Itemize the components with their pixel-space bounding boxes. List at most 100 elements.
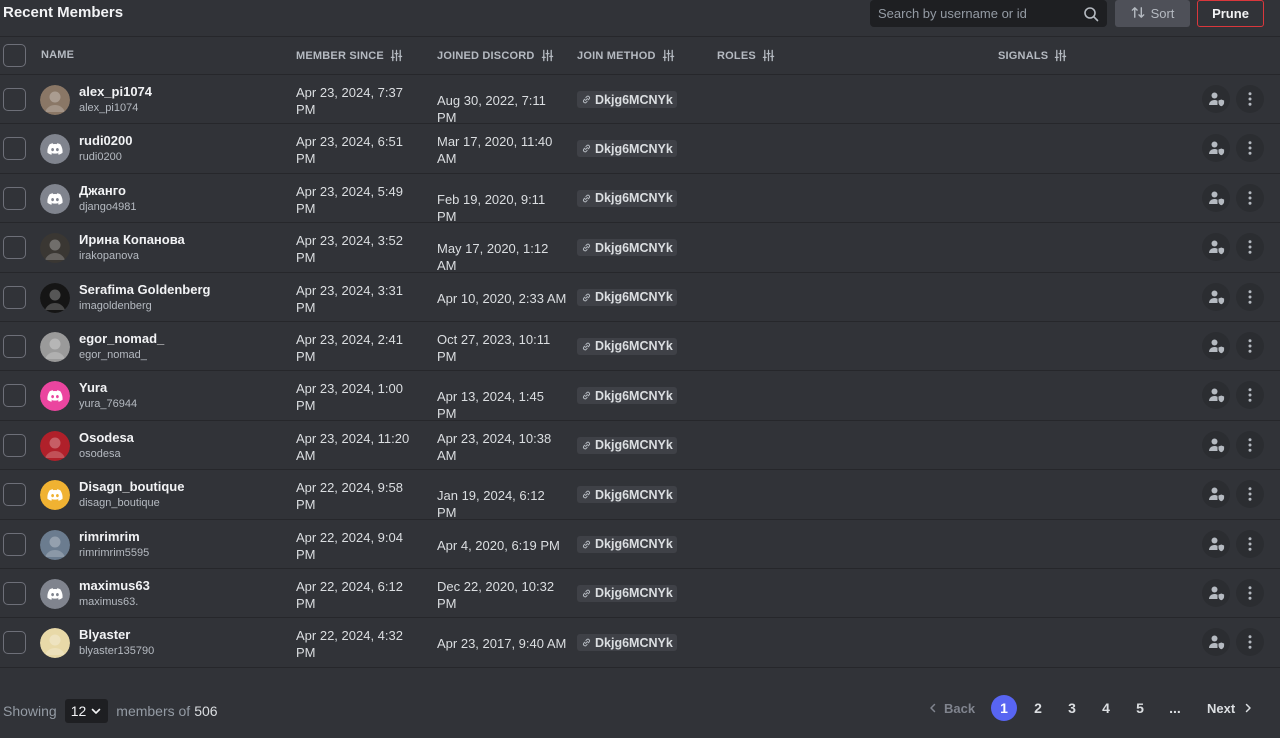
table-row[interactable]: maximus63 maximus63. Apr 22, 2024, 6:12 … xyxy=(0,569,1280,619)
more-options-button[interactable] xyxy=(1236,628,1264,657)
row-checkbox[interactable] xyxy=(3,631,26,655)
page-5-button[interactable]: 5 xyxy=(1127,695,1153,721)
more-options-button[interactable] xyxy=(1236,381,1264,410)
member-name-block[interactable]: Yura yura_76944 xyxy=(79,380,137,412)
prune-button[interactable]: Prune xyxy=(1197,0,1264,27)
member-name-block[interactable]: alex_pi1074 alex_pi1074 xyxy=(79,84,152,116)
more-options-button[interactable] xyxy=(1236,183,1264,212)
table-row[interactable]: Yura yura_76944 Apr 23, 2024, 1:00 PM Ap… xyxy=(0,371,1280,421)
filter-icon[interactable] xyxy=(662,49,675,62)
table-row[interactable]: egor_nomad_ egor_nomad_ Apr 23, 2024, 2:… xyxy=(0,322,1280,372)
row-checkbox[interactable] xyxy=(3,334,26,358)
member-display-name: Джанго xyxy=(79,182,126,198)
column-member-since[interactable]: MEMBER SINCE xyxy=(296,49,403,62)
filter-icon[interactable] xyxy=(762,49,775,62)
view-profile-button[interactable] xyxy=(1202,183,1230,212)
avatar[interactable] xyxy=(40,134,70,165)
back-button[interactable]: Back xyxy=(928,695,975,721)
column-join-method[interactable]: JOIN METHOD xyxy=(577,49,675,62)
row-checkbox[interactable] xyxy=(3,384,26,408)
avatar[interactable] xyxy=(40,628,70,659)
member-since-value: Apr 23, 2024, 3:52 PM xyxy=(296,233,403,266)
column-joined-discord[interactable]: JOINED DISCORD xyxy=(437,49,554,62)
view-profile-button[interactable] xyxy=(1202,480,1230,509)
table-row[interactable]: Disagn_boutique disagn_boutique Apr 22, … xyxy=(0,470,1280,520)
table-row[interactable]: rudi0200 rudi0200 Apr 23, 2024, 6:51 PM … xyxy=(0,124,1280,174)
more-vertical-icon xyxy=(1248,339,1252,353)
table-row[interactable]: Джанго django4981 Apr 23, 2024, 5:49 PM … xyxy=(0,174,1280,224)
member-name-block[interactable]: egor_nomad_ egor_nomad_ xyxy=(79,331,164,363)
avatar[interactable] xyxy=(40,183,70,214)
search-box[interactable] xyxy=(870,0,1107,27)
member-name-block[interactable]: Джанго django4981 xyxy=(79,183,137,215)
table-row[interactable]: Ирина Копанова irakopanova Apr 23, 2024,… xyxy=(0,223,1280,273)
more-options-button[interactable] xyxy=(1236,331,1264,360)
avatar[interactable] xyxy=(40,529,70,560)
page-1-button[interactable]: 1 xyxy=(991,695,1017,721)
more-options-button[interactable] xyxy=(1236,85,1264,113)
row-checkbox[interactable] xyxy=(3,285,26,309)
next-button[interactable]: Next xyxy=(1207,695,1253,721)
member-name-block[interactable]: Ирина Копанова irakopanova xyxy=(79,232,185,264)
chevron-left-icon xyxy=(930,703,936,713)
search-icon[interactable] xyxy=(1083,6,1099,22)
search-input[interactable] xyxy=(878,6,1083,21)
select-all-checkbox[interactable] xyxy=(3,44,26,67)
more-options-button[interactable] xyxy=(1236,134,1264,163)
row-checkbox[interactable] xyxy=(3,483,26,507)
avatar[interactable] xyxy=(40,331,70,362)
sort-button[interactable]: Sort xyxy=(1115,0,1190,27)
table-row[interactable]: Osodesa osodesa Apr 23, 2024, 11:20 AM A… xyxy=(0,421,1280,471)
row-checkbox[interactable] xyxy=(3,433,26,457)
table-row[interactable]: alex_pi1074 alex_pi1074 Apr 23, 2024, 7:… xyxy=(0,75,1280,125)
avatar[interactable] xyxy=(40,480,70,511)
view-profile-button[interactable] xyxy=(1202,233,1230,262)
table-row[interactable]: Blyaster blyaster135790 Apr 22, 2024, 4:… xyxy=(0,618,1280,668)
more-options-button[interactable] xyxy=(1236,233,1264,262)
more-options-button[interactable] xyxy=(1236,480,1264,509)
column-roles[interactable]: ROLES xyxy=(717,49,775,62)
view-profile-button[interactable] xyxy=(1202,628,1230,657)
row-checkbox[interactable] xyxy=(3,88,26,111)
member-name-block[interactable]: rudi0200 rudi0200 xyxy=(79,133,132,165)
page-3-button[interactable]: 3 xyxy=(1059,695,1085,721)
user-shield-icon xyxy=(1209,586,1225,601)
filter-icon[interactable] xyxy=(541,49,554,62)
more-options-button[interactable] xyxy=(1236,430,1264,459)
view-profile-button[interactable] xyxy=(1202,578,1230,607)
avatar[interactable] xyxy=(40,430,70,461)
page-2-button[interactable]: 2 xyxy=(1025,695,1051,721)
avatar[interactable] xyxy=(40,233,70,264)
filter-icon[interactable] xyxy=(1054,49,1067,62)
view-profile-button[interactable] xyxy=(1202,282,1230,311)
table-row[interactable]: rimrimrim rimrimrim5595 Apr 22, 2024, 9:… xyxy=(0,520,1280,569)
avatar[interactable] xyxy=(40,578,70,609)
row-checkbox[interactable] xyxy=(3,532,26,556)
member-name-block[interactable]: Osodesa osodesa xyxy=(79,430,134,462)
more-options-button[interactable] xyxy=(1236,529,1264,558)
more-options-button[interactable] xyxy=(1236,282,1264,311)
row-checkbox[interactable] xyxy=(3,581,26,605)
avatar[interactable] xyxy=(40,85,70,115)
more-options-button[interactable] xyxy=(1236,578,1264,607)
member-name-block[interactable]: Serafima Goldenberg imagoldenberg xyxy=(79,282,210,314)
view-profile-button[interactable] xyxy=(1202,430,1230,459)
view-profile-button[interactable] xyxy=(1202,134,1230,163)
member-name-block[interactable]: Disagn_boutique disagn_boutique xyxy=(79,479,184,511)
view-profile-button[interactable] xyxy=(1202,529,1230,558)
view-profile-button[interactable] xyxy=(1202,381,1230,410)
member-name-block[interactable]: maximus63 maximus63. xyxy=(79,578,150,610)
avatar[interactable] xyxy=(40,282,70,313)
view-profile-button[interactable] xyxy=(1202,331,1230,360)
page-4-button[interactable]: 4 xyxy=(1093,695,1119,721)
member-name-block[interactable]: rimrimrim rimrimrim5595 xyxy=(79,529,149,561)
filter-icon[interactable] xyxy=(390,49,403,62)
row-checkbox[interactable] xyxy=(3,137,26,161)
member-name-block[interactable]: Blyaster blyaster135790 xyxy=(79,627,154,659)
view-profile-button[interactable] xyxy=(1202,85,1230,113)
column-signals[interactable]: SIGNALS xyxy=(998,49,1067,62)
table-row[interactable]: Serafima Goldenberg imagoldenberg Apr 23… xyxy=(0,273,1280,322)
avatar[interactable] xyxy=(40,381,70,412)
row-checkbox[interactable] xyxy=(3,186,26,210)
row-checkbox[interactable] xyxy=(3,236,26,260)
